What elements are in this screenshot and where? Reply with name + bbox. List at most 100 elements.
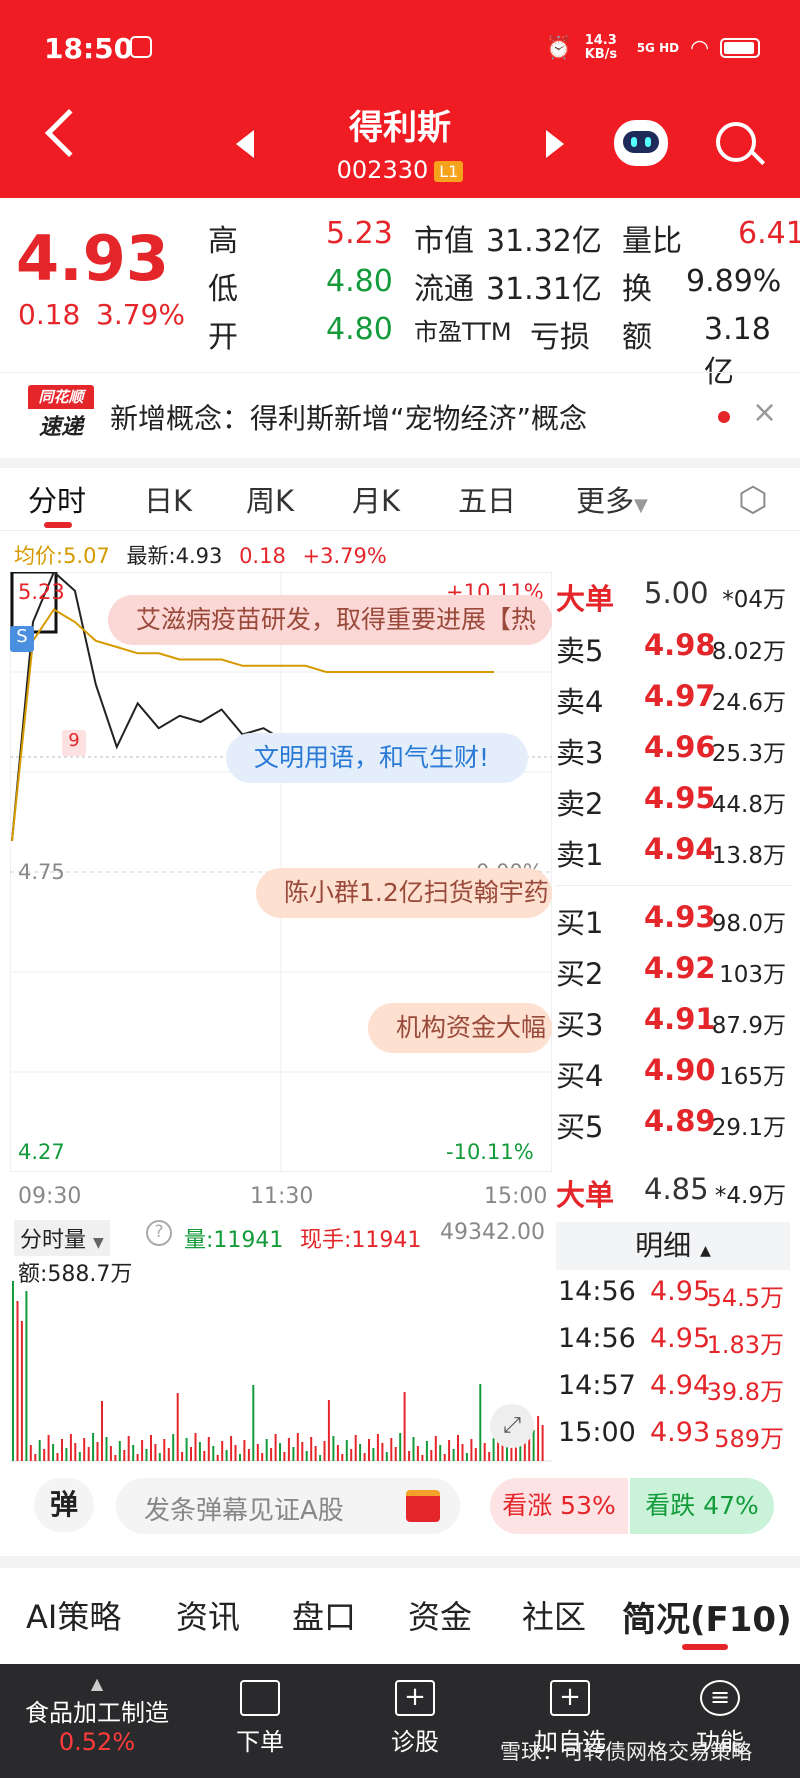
- tab-news[interactable]: 资讯: [176, 1592, 240, 1638]
- big-order-price: 4.85: [644, 1172, 709, 1206]
- ask-row[interactable]: 卖3 4.96 25.3万: [556, 730, 792, 780]
- robot-assistant-icon[interactable]: [614, 120, 668, 166]
- volume-bar: [430, 1450, 433, 1461]
- danmu-bubble[interactable]: 艾滋病疫苗研发，取得重要进展【热: [108, 595, 552, 645]
- trade-price: 4.95: [650, 1276, 711, 1307]
- bid-row[interactable]: 买2 4.92 103万: [556, 951, 792, 1001]
- tab-monthly-k[interactable]: 月K: [352, 478, 400, 520]
- wifi-icon: ◠: [691, 35, 708, 61]
- marker-s[interactable]: S: [10, 626, 34, 652]
- danmu-bar: 弹 发条弹幕见证A股 看涨 53% 看跌 47%: [0, 1468, 800, 1548]
- tab-f10[interactable]: 简况(F10): [622, 1592, 792, 1641]
- nav-diagnose[interactable]: + 诊股: [375, 1680, 455, 1757]
- ask-price: 4.94: [644, 832, 716, 866]
- tab-weekly-k[interactable]: 周K: [246, 478, 294, 520]
- chart-high-label: 5.23: [18, 580, 65, 604]
- sector-info[interactable]: ▲ 食品加工制造 0.52%: [12, 1674, 182, 1756]
- ask-price: 4.95: [644, 781, 716, 815]
- ask-price: 4.96: [644, 730, 716, 764]
- tab-orderbook[interactable]: 盘口: [292, 1592, 356, 1638]
- ask-label: 卖2: [556, 787, 604, 821]
- volume-chart[interactable]: [10, 1240, 552, 1462]
- close-icon[interactable]: ×: [752, 395, 777, 430]
- volume-bar: [203, 1451, 206, 1461]
- volume-bar: [239, 1454, 241, 1461]
- x-label-mid: 11:30: [250, 1184, 314, 1209]
- label-pe: 市盈TTM: [414, 318, 512, 346]
- caret-up-icon: ▲: [90, 1674, 104, 1693]
- volume-bar: [287, 1438, 290, 1461]
- value-float: 31.31亿: [486, 272, 602, 307]
- label-volratio: 量比: [622, 224, 682, 259]
- volume-bar: [452, 1449, 455, 1461]
- next-stock-button[interactable]: [546, 130, 564, 158]
- volume-bar: [65, 1448, 68, 1461]
- settings-icon[interactable]: ⬡: [738, 480, 768, 520]
- label-mktcap: 市值: [414, 224, 474, 259]
- bid-label: 买4: [556, 1059, 604, 1093]
- battery-icon: [720, 38, 760, 58]
- tab-more-label: 更多: [576, 484, 635, 518]
- news-ticker[interactable]: 同花顺 速递 新增概念：得利斯新增“宠物经济”概念 ×: [0, 372, 800, 458]
- volume-bar: [163, 1439, 166, 1461]
- volume-bar: [359, 1444, 362, 1461]
- ask-row[interactable]: 卖2 4.95 44.8万: [556, 781, 792, 831]
- trade-time: 15:00: [558, 1417, 636, 1448]
- ask-vol: 24.6万: [711, 690, 786, 716]
- volume-bar: [327, 1400, 330, 1461]
- danmu-bubble[interactable]: 陈小群1.2亿扫货翰宇药: [256, 868, 552, 918]
- bid-label: 买5: [556, 1110, 604, 1144]
- volume-bar: [234, 1445, 237, 1461]
- detail-header[interactable]: 明细 ▲: [556, 1222, 790, 1270]
- bearish-vote-label: 看跌 47%: [645, 1491, 759, 1520]
- tab-funds[interactable]: 资金: [408, 1592, 472, 1638]
- volume-bar: [83, 1438, 86, 1461]
- level-badge: L1: [434, 160, 464, 182]
- search-icon[interactable]: [716, 122, 766, 166]
- bullish-vote-button[interactable]: 看涨 53%: [490, 1478, 628, 1534]
- tab-ai-strategy[interactable]: AI策略: [26, 1592, 121, 1638]
- volume-bar: [145, 1449, 148, 1461]
- bid-row[interactable]: 买4 4.90 165万: [556, 1053, 792, 1103]
- volume-bar: [252, 1385, 255, 1461]
- volume-bar: [256, 1444, 259, 1461]
- ask-row[interactable]: 卖4 4.97 24.6万: [556, 679, 792, 729]
- danmu-bubble[interactable]: 机构资金大幅: [368, 1003, 552, 1053]
- volume-bar: [167, 1448, 170, 1461]
- volume-bar: [101, 1401, 103, 1461]
- tab-more[interactable]: 更多▼: [576, 478, 648, 520]
- volume-bar: [34, 1454, 37, 1461]
- nav-order[interactable]: 下单: [220, 1680, 300, 1757]
- bid-row[interactable]: 买5 4.89 29.1万: [556, 1104, 792, 1154]
- bid-row[interactable]: 买3 4.91 87.9万: [556, 1002, 792, 1052]
- bid-row[interactable]: 买1 4.93 98.0万: [556, 900, 792, 950]
- bid-price: 4.90: [644, 1053, 716, 1087]
- tab-daily-k[interactable]: 日K: [144, 478, 192, 520]
- ask-row[interactable]: 卖1 4.94 13.8万: [556, 832, 792, 882]
- volume-bar: [492, 1438, 495, 1461]
- danmu-input[interactable]: 发条弹幕见证A股: [116, 1478, 460, 1534]
- bearish-vote-button[interactable]: 看跌 47%: [630, 1478, 774, 1534]
- danmu-bubble[interactable]: 文明用语，和气生财!: [226, 733, 528, 783]
- fullscreen-icon[interactable]: ⤢: [490, 1404, 534, 1448]
- ask-row[interactable]: 卖5 4.98 8.02万: [556, 628, 792, 678]
- volume-bar: [368, 1439, 370, 1461]
- gift-icon[interactable]: [406, 1490, 440, 1522]
- tab-five-day[interactable]: 五日: [458, 478, 516, 520]
- price-change-pct: 3.79%: [96, 298, 185, 331]
- label-float: 流通: [414, 272, 474, 307]
- marker-9[interactable]: 9: [62, 730, 86, 756]
- volume-bar: [385, 1452, 388, 1461]
- volume-bar: [212, 1446, 215, 1461]
- volume-bar: [225, 1450, 228, 1461]
- volume-bar: [52, 1444, 55, 1461]
- tab-community[interactable]: 社区: [522, 1592, 586, 1638]
- nav-order-label: 下单: [236, 1728, 284, 1756]
- price-change: 0.18: [18, 298, 81, 331]
- news-text[interactable]: 新增概念：得利斯新增“宠物经济”概念: [110, 397, 587, 437]
- chart-change: 0.18: [239, 544, 286, 568]
- sector-pct: 0.52%: [58, 1728, 136, 1756]
- tab-intraday[interactable]: 分时: [28, 478, 86, 520]
- danmu-toggle[interactable]: 弹: [34, 1478, 94, 1532]
- value-turnover: 9.89%: [686, 264, 782, 299]
